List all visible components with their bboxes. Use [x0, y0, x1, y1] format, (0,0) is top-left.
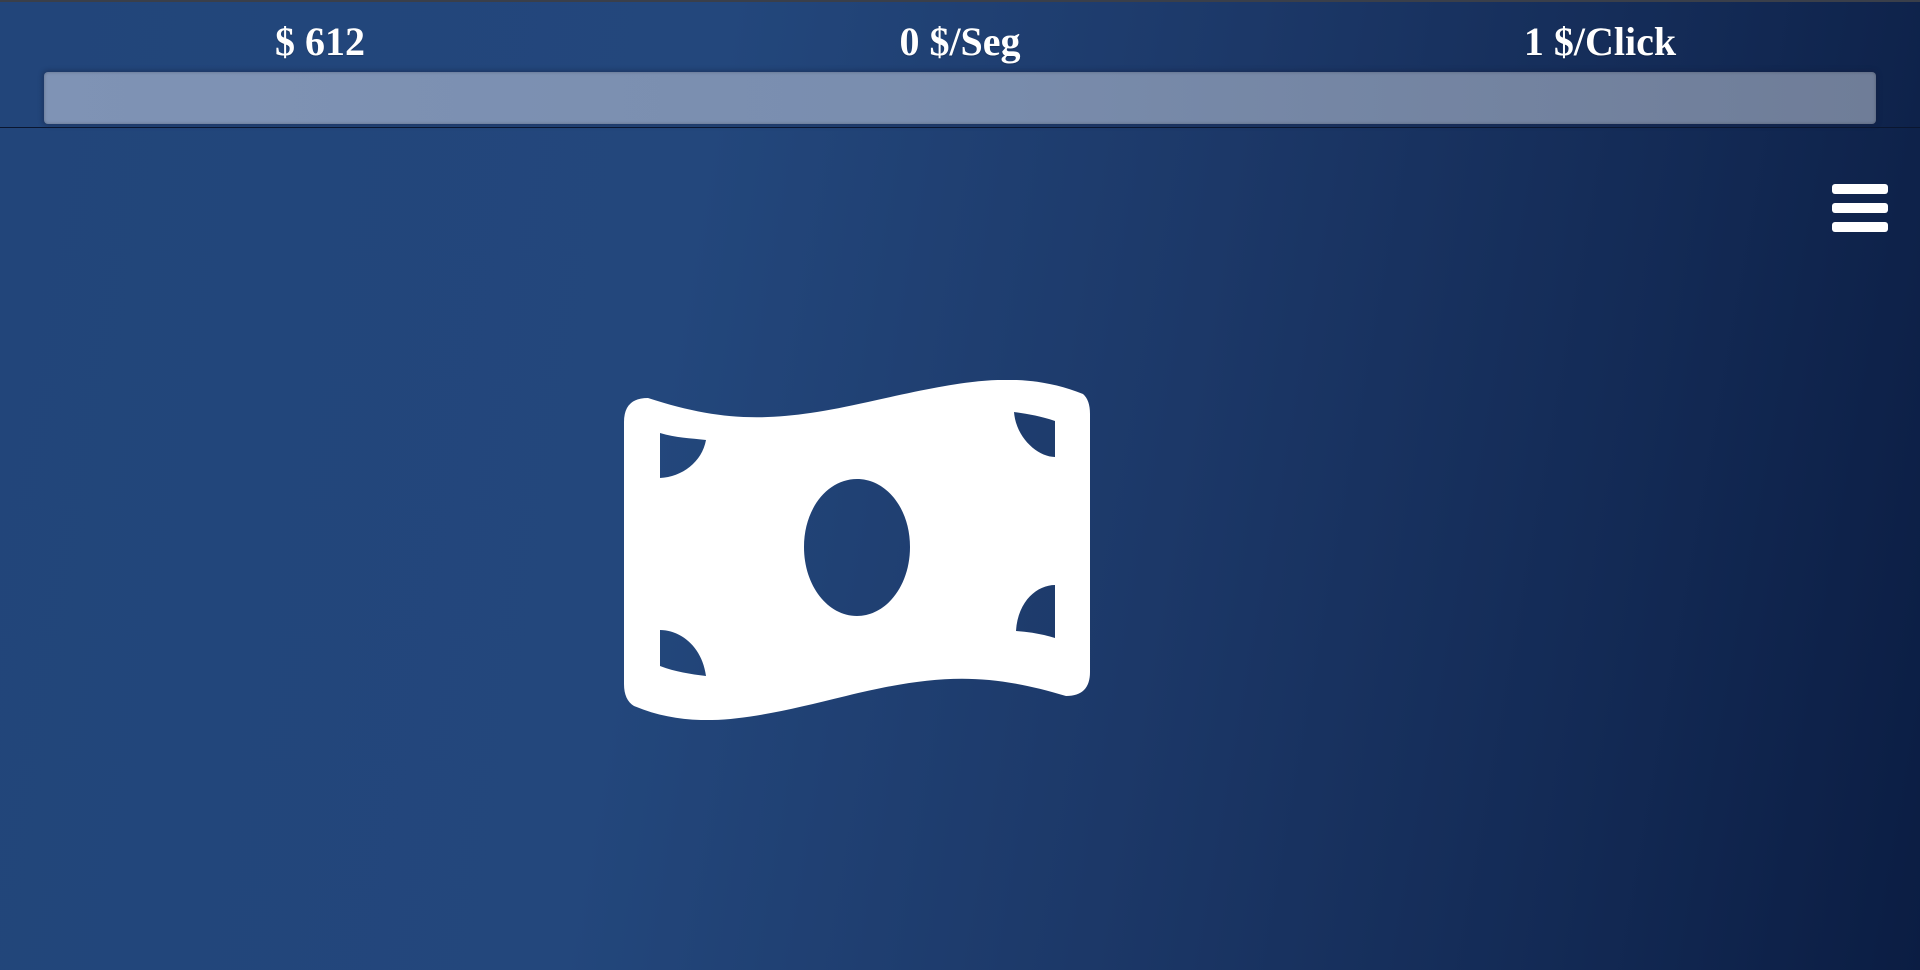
menu-line	[1832, 184, 1888, 194]
money-counter: $ 612	[275, 19, 365, 64]
money-bill-wave-icon	[624, 380, 1090, 720]
money-per-click: 1 $/Click	[1523, 19, 1677, 64]
money-clicker-button[interactable]	[618, 380, 1096, 720]
hamburger-menu-icon[interactable]	[1830, 182, 1890, 236]
menu-line	[1832, 222, 1888, 232]
money-per-second: 0 $/Seg	[899, 19, 1021, 64]
top-stats-bar: $ 612 0 $/Seg 1 $/Click	[0, 0, 1920, 128]
progress-bar	[44, 72, 1876, 124]
menu-line	[1832, 203, 1888, 213]
